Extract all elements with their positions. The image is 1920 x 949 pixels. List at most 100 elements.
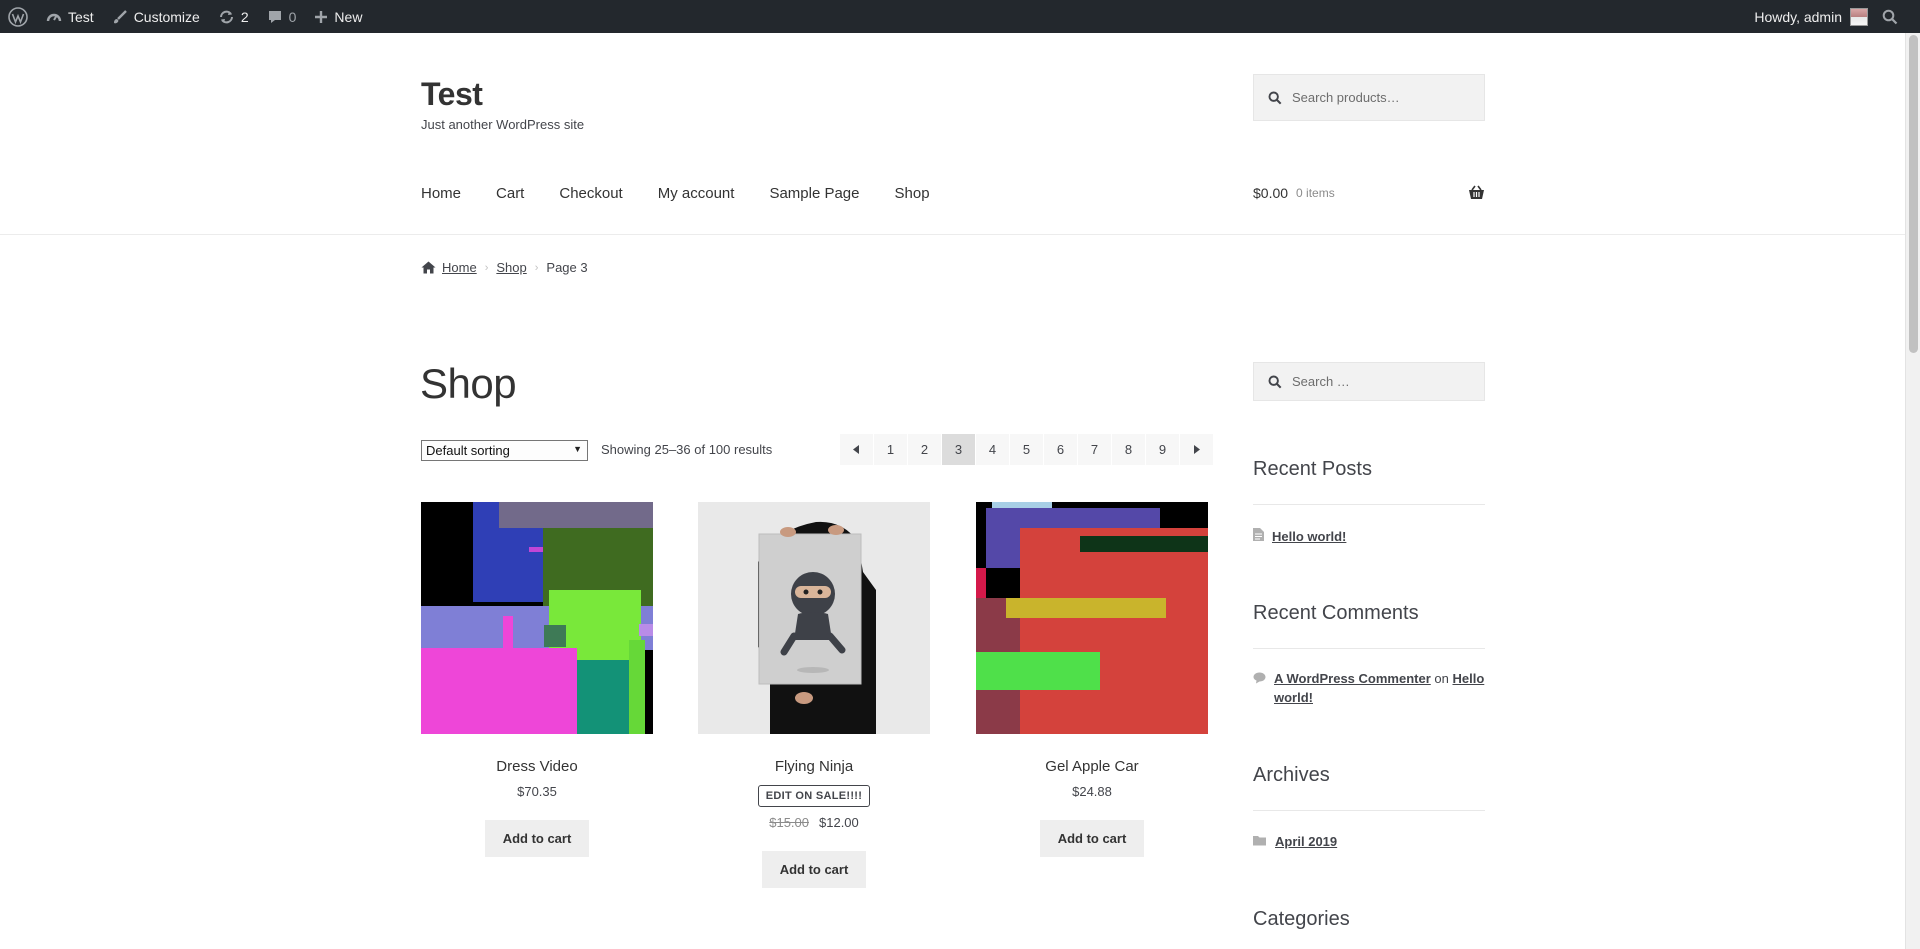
sorting-selected-value: Default sorting — [426, 443, 510, 458]
breadcrumb: Home › Shop › Page 3 — [421, 260, 588, 275]
comment-icon — [1253, 672, 1266, 684]
recent-comment-item: A WordPress Commenter on Hello world! — [1253, 669, 1485, 707]
sale-badge: EDIT ON SALE!!!! — [757, 785, 871, 807]
product-card: Dress Video $70.35 Add to cart — [421, 502, 653, 857]
search-icon — [1268, 91, 1282, 105]
customize-link[interactable]: Customize — [103, 0, 209, 33]
product-price: $70.35 — [517, 784, 557, 799]
updates-link[interactable]: 2 — [209, 0, 258, 33]
recent-posts-title: Recent Posts — [1253, 458, 1372, 480]
add-to-cart-button[interactable]: Add to cart — [1039, 820, 1145, 857]
breadcrumb-separator-icon: › — [534, 261, 539, 274]
header-divider — [0, 234, 1905, 235]
updates-count: 2 — [240, 8, 249, 25]
customize-label: Customize — [133, 8, 200, 25]
avatar — [1850, 7, 1868, 26]
folder-icon — [1253, 835, 1267, 846]
recent-comments-title: Recent Comments — [1253, 602, 1419, 624]
comments-count: 0 — [288, 8, 297, 25]
search-icon — [1882, 9, 1898, 25]
pagination-page[interactable]: 4 — [976, 434, 1010, 465]
comment-icon — [267, 9, 283, 25]
pagination-current-page: 3 — [942, 434, 976, 465]
product-image[interactable] — [698, 502, 930, 734]
product-card: Gel Apple Car $24.88 Add to cart — [976, 502, 1208, 857]
recent-post-item: Hello world! — [1253, 527, 1346, 546]
wordpress-logo-button[interactable] — [0, 0, 37, 33]
product-price: $24.88 — [1072, 784, 1112, 799]
breadcrumb-separator-icon: › — [484, 261, 489, 274]
admin-search-button[interactable] — [1876, 0, 1920, 33]
pagination-page[interactable]: 2 — [908, 434, 942, 465]
page-scrollbar[interactable] — [1905, 33, 1920, 949]
pagination-page[interactable]: 5 — [1010, 434, 1044, 465]
dashboard-icon — [46, 9, 62, 25]
caret-left-icon — [853, 445, 859, 454]
scrollbar-thumb[interactable] — [1909, 35, 1918, 353]
nav-home[interactable]: Home — [421, 185, 461, 202]
product-title[interactable]: Flying Ninja — [698, 758, 930, 775]
product-old-price: $15.00 — [769, 815, 809, 830]
product-image[interactable] — [976, 502, 1208, 734]
plus-icon — [314, 10, 328, 24]
sidebar-search-input[interactable] — [1292, 374, 1472, 389]
breadcrumb-home[interactable]: Home — [442, 260, 477, 275]
site-title[interactable]: Test — [421, 76, 483, 113]
home-icon — [421, 261, 436, 274]
comment-author-link[interactable]: A WordPress Commenter — [1274, 671, 1431, 686]
widget-divider — [1253, 810, 1485, 811]
new-content-link[interactable]: New — [305, 0, 371, 33]
product-title[interactable]: Gel Apple Car — [976, 758, 1208, 775]
pagination-page[interactable]: 6 — [1044, 434, 1078, 465]
result-count: Showing 25–36 of 100 results — [601, 442, 773, 457]
site-tagline: Just another WordPress site — [421, 117, 585, 132]
breadcrumb-shop[interactable]: Shop — [496, 260, 526, 275]
pagination: 1 2 3 4 5 6 7 8 9 — [840, 434, 1214, 465]
wordpress-icon — [8, 6, 28, 27]
archive-link[interactable]: April 2019 — [1275, 832, 1337, 851]
product-price: $15.00 $12.00 — [698, 815, 930, 830]
updates-icon — [218, 9, 235, 25]
admin-bar: Test Customize 2 0 New Howdy, admin — [0, 0, 1920, 33]
nav-checkout[interactable]: Checkout — [559, 185, 622, 202]
pagination-page[interactable]: 8 — [1112, 434, 1146, 465]
pagination-prev[interactable] — [840, 434, 874, 465]
pagination-page[interactable]: 7 — [1078, 434, 1112, 465]
sorting-select[interactable]: Default sorting ▼ — [421, 440, 588, 461]
nav-shop[interactable]: Shop — [895, 185, 930, 202]
nav-sample-page[interactable]: Sample Page — [769, 185, 859, 202]
primary-navigation: Home Cart Checkout My account Sample Pag… — [421, 185, 930, 202]
pagination-next[interactable] — [1180, 434, 1214, 465]
nav-cart[interactable]: Cart — [496, 185, 524, 202]
add-to-cart-button[interactable]: Add to cart — [484, 820, 590, 857]
pagination-page[interactable]: 9 — [1146, 434, 1180, 465]
comments-link[interactable]: 0 — [258, 0, 306, 33]
nav-my-account[interactable]: My account — [658, 185, 735, 202]
new-label: New — [334, 8, 363, 25]
site-name-link[interactable]: Test — [37, 0, 103, 33]
cart-amount: $0.00 — [1253, 185, 1289, 201]
page-title: Shop — [420, 360, 517, 407]
pagination-page[interactable]: 1 — [874, 434, 908, 465]
product-title[interactable]: Dress Video — [421, 758, 653, 775]
header-cart[interactable]: $0.00 0 items — [1253, 185, 1485, 201]
product-image[interactable] — [421, 502, 653, 734]
my-account-link[interactable]: Howdy, admin — [1745, 0, 1876, 33]
basket-icon — [1468, 185, 1485, 200]
widget-divider — [1253, 648, 1485, 649]
search-icon — [1268, 375, 1282, 389]
widget-divider — [1253, 504, 1485, 505]
recent-post-link[interactable]: Hello world! — [1272, 527, 1346, 546]
breadcrumb-current: Page 3 — [546, 260, 588, 275]
brush-icon — [112, 9, 128, 25]
product-sale-price: $12.00 — [819, 815, 859, 830]
recent-comment-text: A WordPress Commenter on Hello world! — [1274, 669, 1485, 707]
product-card: Flying Ninja EDIT ON SALE!!!! $15.00 $12.… — [698, 502, 930, 888]
product-search-input[interactable] — [1292, 90, 1472, 105]
product-search-box — [1253, 74, 1485, 121]
dropdown-arrow-icon: ▼ — [573, 444, 582, 454]
categories-title: Categories — [1253, 908, 1350, 930]
caret-right-icon — [1194, 445, 1200, 454]
add-to-cart-button[interactable]: Add to cart — [761, 851, 867, 888]
comment-on-label: on — [1434, 671, 1449, 686]
